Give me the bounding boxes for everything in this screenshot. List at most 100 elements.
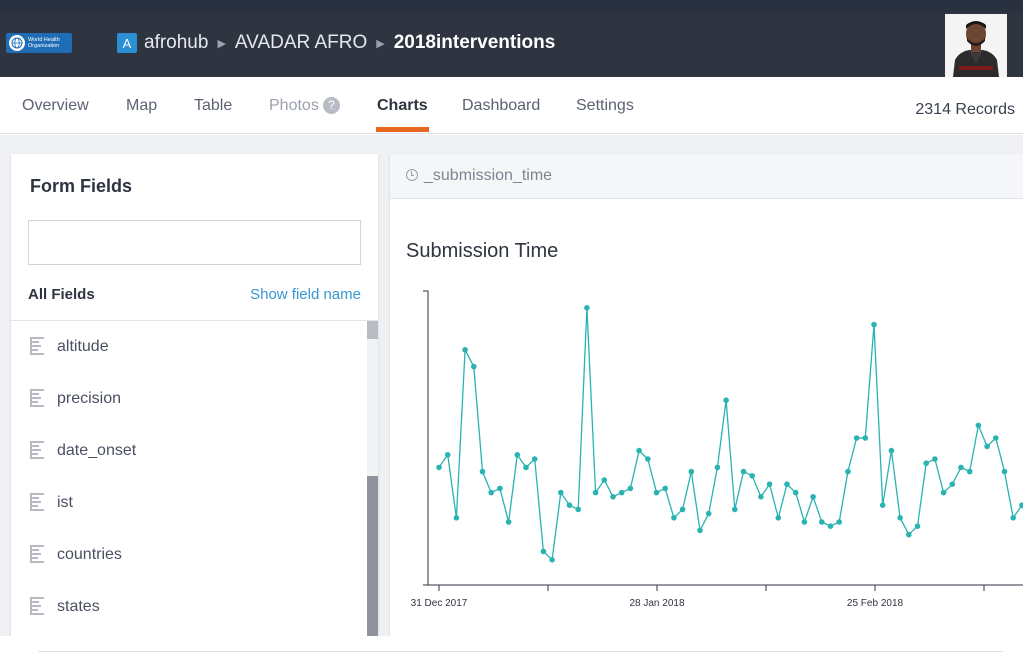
data-point: [897, 515, 903, 521]
data-point: [697, 527, 703, 534]
data-point: [827, 523, 834, 529]
breadcrumb-project[interactable]: AVADAR AFRO: [235, 32, 367, 54]
page-footer-area: [0, 636, 1023, 670]
data-point: [531, 456, 538, 462]
tab-dashboard[interactable]: Dashboard: [462, 97, 540, 115]
tab-table[interactable]: Table: [194, 97, 232, 115]
data-point: [601, 477, 608, 483]
data-point: [740, 468, 747, 475]
data-point: [514, 452, 521, 458]
field-name: altitude: [57, 338, 109, 355]
data-point: [845, 468, 851, 475]
top-stripe: [0, 0, 1023, 12]
data-point: [462, 347, 468, 353]
form-fields-panel: Form Fields All Fields Show field name a…: [11, 154, 378, 636]
data-point: [549, 557, 555, 563]
data-point: [888, 447, 895, 454]
all-fields-label: All Fields: [28, 286, 95, 303]
bottom-divider: [38, 651, 1003, 652]
data-point: [766, 481, 773, 488]
globe-icon: [9, 35, 25, 51]
breadcrumb-separator-icon: ▶: [217, 37, 226, 50]
field-item[interactable]: altitude: [11, 321, 366, 373]
tab-charts[interactable]: Charts: [377, 97, 428, 115]
data-point: [610, 494, 616, 500]
tab-photos[interactable]: Photos?: [269, 97, 340, 115]
tab-map[interactable]: Map: [126, 97, 157, 115]
data-point: [801, 519, 808, 525]
data-point: [505, 519, 512, 525]
x-tick-label: 25 Feb 2018: [847, 598, 904, 609]
data-point: [540, 548, 547, 555]
field-name: states: [57, 598, 100, 615]
data-point: [471, 363, 477, 370]
field-item[interactable]: date_onset: [11, 425, 366, 477]
field-item[interactable]: precision: [11, 373, 366, 425]
text-field-icon: [30, 545, 45, 565]
breadcrumb-account[interactable]: afrohub: [144, 32, 208, 54]
data-point: [966, 468, 973, 475]
show-field-name-link[interactable]: Show field name: [250, 286, 361, 303]
field-search-input[interactable]: [28, 220, 361, 265]
data-point: [958, 464, 964, 471]
data-point: [1001, 468, 1008, 475]
data-point: [906, 531, 912, 538]
tab-overview[interactable]: Overview: [22, 97, 89, 115]
data-point: [749, 473, 755, 479]
data-point: [932, 456, 938, 462]
data-point: [836, 519, 842, 525]
field-item[interactable]: ist: [11, 477, 366, 529]
tab-photos-label: Photos: [269, 97, 319, 114]
data-point: [558, 489, 564, 496]
scrollbar-thumb[interactable]: [367, 476, 378, 636]
form-fields-title: Form Fields: [30, 176, 133, 196]
data-point: [523, 464, 529, 471]
field-name: precision: [57, 390, 122, 407]
data-point: [819, 519, 825, 525]
account-tile[interactable]: A: [117, 33, 137, 53]
text-field-icon: [30, 493, 45, 513]
who-logo[interactable]: World Health Organization: [6, 33, 72, 53]
active-tab-indicator: [376, 127, 429, 132]
data-point: [940, 489, 947, 496]
data-point: [732, 506, 738, 513]
data-point: [584, 305, 590, 311]
text-field-icon: [30, 441, 45, 461]
chart-panel: _submission_time Submission Time 31 Dec …: [390, 154, 1023, 636]
x-tick-label: 31 Dec 2017: [411, 598, 468, 609]
data-point: [479, 468, 486, 475]
data-point: [714, 464, 721, 471]
data-point: [453, 515, 460, 521]
records-count: 2314 Records: [915, 101, 1015, 118]
data-point: [618, 489, 625, 496]
data-point: [758, 494, 764, 500]
field-item[interactable]: countries: [11, 529, 366, 581]
data-point: [984, 443, 990, 450]
submission-time-chart: 31 Dec 2017 28 Jan 2018 25 Feb 2018: [411, 290, 1023, 609]
avatar[interactable]: [945, 14, 1007, 77]
data-point: [488, 489, 494, 496]
text-field-icon: [30, 337, 45, 357]
scrollbar-top-button[interactable]: [367, 321, 378, 339]
data-point: [792, 489, 799, 496]
data-point: [705, 510, 712, 517]
data-point: [949, 481, 956, 488]
field-item[interactable]: states: [11, 581, 366, 633]
tab-settings[interactable]: Settings: [576, 97, 634, 115]
field-name: date_onset: [57, 442, 137, 459]
data-point: [879, 502, 886, 509]
data-point: [444, 452, 451, 458]
data-point: [810, 494, 816, 500]
data-point: [636, 447, 642, 454]
tab-bar: Overview Map Table Photos? Charts Dashbo…: [0, 77, 1023, 134]
data-point: [645, 456, 651, 462]
data-point: [775, 515, 782, 521]
data-point: [914, 523, 921, 529]
data-point: [592, 489, 599, 496]
who-logo-text: World Health Organization: [28, 37, 60, 49]
data-point: [723, 397, 729, 403]
field-name: ist: [57, 494, 73, 511]
data-point: [497, 485, 503, 492]
breadcrumb: A afrohub ▶ AVADAR AFRO ▶ 2018interventi…: [117, 30, 555, 56]
field-list: altitude precision date_onsetist countries s…: [11, 321, 366, 636]
